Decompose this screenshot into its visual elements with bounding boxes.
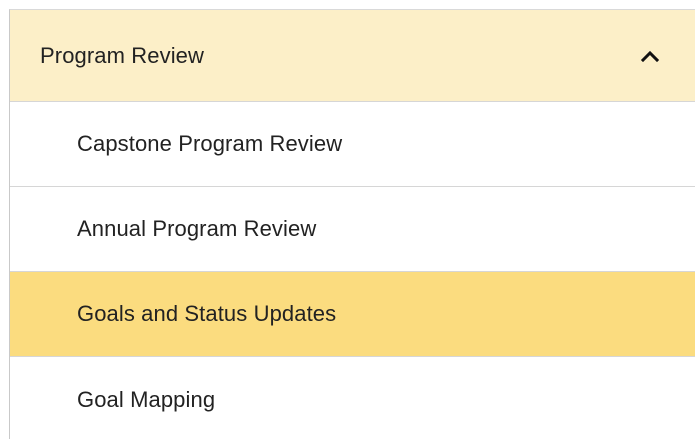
menu-item-goal-mapping[interactable]: Goal Mapping — [10, 357, 695, 439]
menu-item-label: Goals and Status Updates — [77, 301, 337, 326]
section-title: Program Review — [40, 42, 205, 68]
side-menu: Program Review Capstone Program Review A… — [9, 9, 695, 439]
menu-item-label: Capstone Program Review — [77, 131, 343, 156]
menu-item-annual-program-review[interactable]: Annual Program Review — [10, 187, 695, 272]
menu-item-label: Goal Mapping — [77, 386, 216, 412]
menu-item-goals-and-status-updates[interactable]: Goals and Status Updates — [10, 272, 695, 357]
menu-item-label: Annual Program Review — [77, 216, 317, 241]
chevron-up-icon[interactable] — [639, 45, 661, 67]
menu-item-capstone-program-review[interactable]: Capstone Program Review — [10, 102, 695, 187]
menu-item-list: Capstone Program Review Annual Program R… — [10, 102, 695, 439]
chevron-up-icon-graphic — [641, 50, 659, 62]
program-review-section-toggle[interactable]: Program Review — [10, 10, 695, 102]
